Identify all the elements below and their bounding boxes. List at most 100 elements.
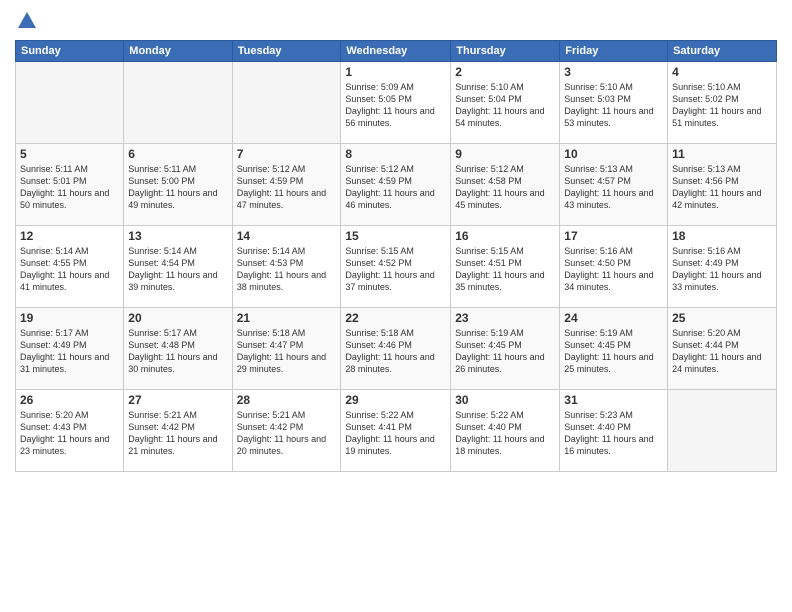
calendar-cell: 3 Sunrise: 5:10 AMSunset: 5:03 PMDaylight…: [560, 62, 668, 144]
weekday-header-friday: Friday: [560, 41, 668, 62]
day-info: Sunrise: 5:22 AMSunset: 4:40 PMDaylight:…: [455, 409, 555, 458]
day-info: Sunrise: 5:17 AMSunset: 4:48 PMDaylight:…: [128, 327, 227, 376]
day-info: Sunrise: 5:10 AMSunset: 5:03 PMDaylight:…: [564, 81, 663, 130]
logo-text: [15, 10, 39, 32]
logo-text-block: [15, 10, 39, 32]
day-info: Sunrise: 5:13 AMSunset: 4:56 PMDaylight:…: [672, 163, 772, 212]
day-number: 5: [20, 147, 119, 161]
week-row-2: 5 Sunrise: 5:11 AMSunset: 5:01 PMDaylight…: [16, 144, 777, 226]
calendar-cell: 5 Sunrise: 5:11 AMSunset: 5:01 PMDaylight…: [16, 144, 124, 226]
day-number: 6: [128, 147, 227, 161]
calendar-cell: [124, 62, 232, 144]
day-number: 28: [237, 393, 337, 407]
day-info: Sunrise: 5:15 AMSunset: 4:52 PMDaylight:…: [345, 245, 446, 294]
day-info: Sunrise: 5:18 AMSunset: 4:47 PMDaylight:…: [237, 327, 337, 376]
day-info: Sunrise: 5:21 AMSunset: 4:42 PMDaylight:…: [237, 409, 337, 458]
day-info: Sunrise: 5:14 AMSunset: 4:55 PMDaylight:…: [20, 245, 119, 294]
day-info: Sunrise: 5:12 AMSunset: 4:59 PMDaylight:…: [237, 163, 337, 212]
day-number: 23: [455, 311, 555, 325]
day-number: 8: [345, 147, 446, 161]
day-number: 19: [20, 311, 119, 325]
day-info: Sunrise: 5:14 AMSunset: 4:54 PMDaylight:…: [128, 245, 227, 294]
calendar-cell: 31Sunrise: 5:23 AMSunset: 4:40 PMDayligh…: [560, 390, 668, 472]
calendar-cell: 16Sunrise: 5:15 AMSunset: 4:51 PMDayligh…: [451, 226, 560, 308]
day-info: Sunrise: 5:12 AMSunset: 4:59 PMDaylight:…: [345, 163, 446, 212]
calendar-cell: 9 Sunrise: 5:12 AMSunset: 4:58 PMDaylight…: [451, 144, 560, 226]
calendar-cell: 2 Sunrise: 5:10 AMSunset: 5:04 PMDaylight…: [451, 62, 560, 144]
day-info: Sunrise: 5:13 AMSunset: 4:57 PMDaylight:…: [564, 163, 663, 212]
logo: [15, 10, 39, 32]
calendar-cell: 21Sunrise: 5:18 AMSunset: 4:47 PMDayligh…: [232, 308, 341, 390]
weekday-header-monday: Monday: [124, 41, 232, 62]
calendar-cell: 4 Sunrise: 5:10 AMSunset: 5:02 PMDaylight…: [668, 62, 777, 144]
calendar-cell: 11 Sunrise: 5:13 AMSunset: 4:56 PMDayligh…: [668, 144, 777, 226]
day-info: Sunrise: 5:11 AMSunset: 5:01 PMDaylight:…: [20, 163, 119, 212]
day-number: 20: [128, 311, 227, 325]
calendar-cell: [668, 390, 777, 472]
day-info: Sunrise: 5:12 AMSunset: 4:58 PMDaylight:…: [455, 163, 555, 212]
calendar-cell: 6 Sunrise: 5:11 AMSunset: 5:00 PMDaylight…: [124, 144, 232, 226]
calendar-cell: 22 Sunrise: 5:18 AMSunset: 4:46 PMDayligh…: [341, 308, 451, 390]
calendar-cell: 29Sunrise: 5:22 AMSunset: 4:41 PMDayligh…: [341, 390, 451, 472]
day-number: 1: [345, 65, 446, 79]
calendar-cell: 8 Sunrise: 5:12 AMSunset: 4:59 PMDaylight…: [341, 144, 451, 226]
day-info: Sunrise: 5:15 AMSunset: 4:51 PMDaylight:…: [455, 245, 555, 294]
day-number: 24: [564, 311, 663, 325]
logo-icon: [16, 10, 38, 32]
day-number: 26: [20, 393, 119, 407]
day-number: 11: [672, 147, 772, 161]
day-info: Sunrise: 5:16 AMSunset: 4:49 PMDaylight:…: [672, 245, 772, 294]
calendar-cell: 23 Sunrise: 5:19 AMSunset: 4:45 PMDayligh…: [451, 308, 560, 390]
day-number: 30: [455, 393, 555, 407]
week-row-4: 19Sunrise: 5:17 AMSunset: 4:49 PMDayligh…: [16, 308, 777, 390]
day-number: 18: [672, 229, 772, 243]
day-number: 9: [455, 147, 555, 161]
day-info: Sunrise: 5:19 AMSunset: 4:45 PMDaylight:…: [455, 327, 555, 376]
day-number: 29: [345, 393, 446, 407]
day-number: 14: [237, 229, 337, 243]
calendar-cell: 10 Sunrise: 5:13 AMSunset: 4:57 PMDayligh…: [560, 144, 668, 226]
day-info: Sunrise: 5:18 AMSunset: 4:46 PMDaylight:…: [345, 327, 446, 376]
day-number: 3: [564, 65, 663, 79]
calendar-cell: 1 Sunrise: 5:09 AMSunset: 5:05 PMDaylight…: [341, 62, 451, 144]
weekday-header-saturday: Saturday: [668, 41, 777, 62]
calendar-cell: 14 Sunrise: 5:14 AMSunset: 4:53 PMDayligh…: [232, 226, 341, 308]
day-info: Sunrise: 5:14 AMSunset: 4:53 PMDaylight:…: [237, 245, 337, 294]
calendar-page: SundayMondayTuesdayWednesdayThursdayFrid…: [0, 0, 792, 612]
weekday-header-sunday: Sunday: [16, 41, 124, 62]
calendar-table: SundayMondayTuesdayWednesdayThursdayFrid…: [15, 40, 777, 472]
calendar-cell: 19Sunrise: 5:17 AMSunset: 4:49 PMDayligh…: [16, 308, 124, 390]
day-number: 10: [564, 147, 663, 161]
calendar-cell: 30 Sunrise: 5:22 AMSunset: 4:40 PMDayligh…: [451, 390, 560, 472]
day-info: Sunrise: 5:19 AMSunset: 4:45 PMDaylight:…: [564, 327, 663, 376]
day-number: 7: [237, 147, 337, 161]
day-info: Sunrise: 5:20 AMSunset: 4:43 PMDaylight:…: [20, 409, 119, 458]
calendar-cell: 15Sunrise: 5:15 AMSunset: 4:52 PMDayligh…: [341, 226, 451, 308]
calendar-cell: 26 Sunrise: 5:20 AMSunset: 4:43 PMDayligh…: [16, 390, 124, 472]
weekday-header-row: SundayMondayTuesdayWednesdayThursdayFrid…: [16, 41, 777, 62]
calendar-cell: 27Sunrise: 5:21 AMSunset: 4:42 PMDayligh…: [124, 390, 232, 472]
day-number: 13: [128, 229, 227, 243]
week-row-3: 12Sunrise: 5:14 AMSunset: 4:55 PMDayligh…: [16, 226, 777, 308]
day-info: Sunrise: 5:09 AMSunset: 5:05 PMDaylight:…: [345, 81, 446, 130]
weekday-header-thursday: Thursday: [451, 41, 560, 62]
day-info: Sunrise: 5:10 AMSunset: 5:04 PMDaylight:…: [455, 81, 555, 130]
day-info: Sunrise: 5:10 AMSunset: 5:02 PMDaylight:…: [672, 81, 772, 130]
calendar-cell: 17Sunrise: 5:16 AMSunset: 4:50 PMDayligh…: [560, 226, 668, 308]
calendar-cell: [232, 62, 341, 144]
day-number: 31: [564, 393, 663, 407]
calendar-cell: 12Sunrise: 5:14 AMSunset: 4:55 PMDayligh…: [16, 226, 124, 308]
calendar-cell: 28 Sunrise: 5:21 AMSunset: 4:42 PMDayligh…: [232, 390, 341, 472]
header: [15, 10, 777, 32]
day-info: Sunrise: 5:20 AMSunset: 4:44 PMDaylight:…: [672, 327, 772, 376]
weekday-header-wednesday: Wednesday: [341, 41, 451, 62]
calendar-cell: 7 Sunrise: 5:12 AMSunset: 4:59 PMDaylight…: [232, 144, 341, 226]
day-info: Sunrise: 5:21 AMSunset: 4:42 PMDaylight:…: [128, 409, 227, 458]
weekday-header-tuesday: Tuesday: [232, 41, 341, 62]
day-number: 25: [672, 311, 772, 325]
day-number: 4: [672, 65, 772, 79]
day-number: 22: [345, 311, 446, 325]
day-info: Sunrise: 5:11 AMSunset: 5:00 PMDaylight:…: [128, 163, 227, 212]
day-number: 2: [455, 65, 555, 79]
day-number: 17: [564, 229, 663, 243]
